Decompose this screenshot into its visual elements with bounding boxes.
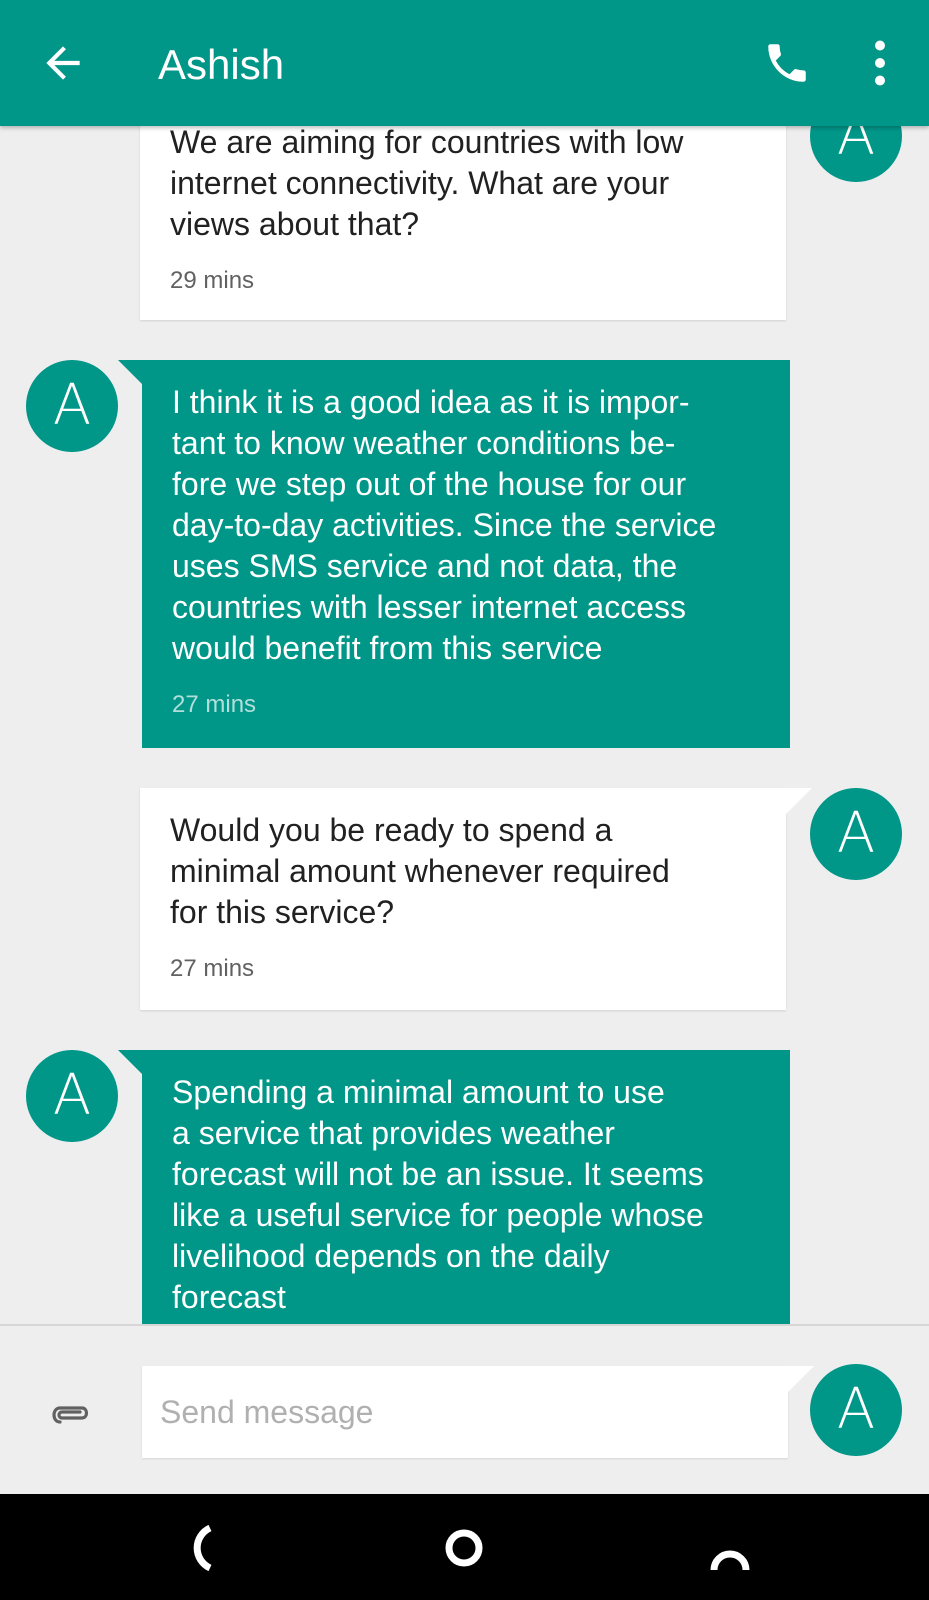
contact-avatar[interactable]: A — [26, 360, 118, 452]
paperclip-icon[interactable] — [46, 1388, 94, 1436]
arrow-left-icon[interactable] — [38, 38, 88, 88]
message-composer: A — [0, 1324, 929, 1494]
bubble-tail — [786, 1366, 814, 1394]
app-bar: Ashish — [0, 0, 929, 126]
message-bubble-outgoing[interactable]: I think it is a good idea as it is impor… — [142, 360, 790, 748]
message-text: I think it is a good idea as it is impor… — [172, 384, 717, 666]
nav-back-icon[interactable] — [170, 1518, 230, 1578]
contact-avatar[interactable]: A — [810, 126, 902, 182]
message-text: Spending a minimal amount to use a servi… — [172, 1074, 704, 1315]
send-avatar[interactable]: A — [810, 1364, 902, 1456]
message-timestamp: 27 mins — [170, 955, 255, 982]
message-input-field[interactable] — [142, 1366, 788, 1458]
message-input[interactable] — [142, 1366, 788, 1458]
message-text: Would you be ready to spend a minimal am… — [170, 812, 670, 930]
contact-name: Ashish — [158, 41, 285, 88]
message-timestamp: 27 mins — [172, 691, 257, 718]
message-bubble-incoming[interactable]: We are aiming for countries with low int… — [140, 126, 786, 320]
conversation-list[interactable]: We are aiming for countries with low int… — [0, 126, 929, 1324]
bubble-tail — [784, 788, 812, 816]
more-vertical-icon[interactable] — [860, 38, 900, 88]
message-bubble-outgoing[interactable]: Spending a minimal amount to use a servi… — [142, 1050, 790, 1324]
message-bubble-incoming[interactable]: Would you be ready to spend a minimal am… — [140, 788, 786, 1010]
system-nav-bar — [0, 1494, 929, 1600]
nav-recents-icon[interactable] — [700, 1518, 760, 1578]
phone-icon[interactable] — [762, 38, 812, 88]
contact-avatar[interactable]: A — [26, 1050, 118, 1142]
message-text: We are aiming for countries with low int… — [170, 126, 684, 242]
contact-avatar[interactable]: A — [810, 788, 902, 880]
message-timestamp: 29 mins — [170, 267, 255, 294]
nav-home-icon[interactable] — [434, 1518, 494, 1578]
